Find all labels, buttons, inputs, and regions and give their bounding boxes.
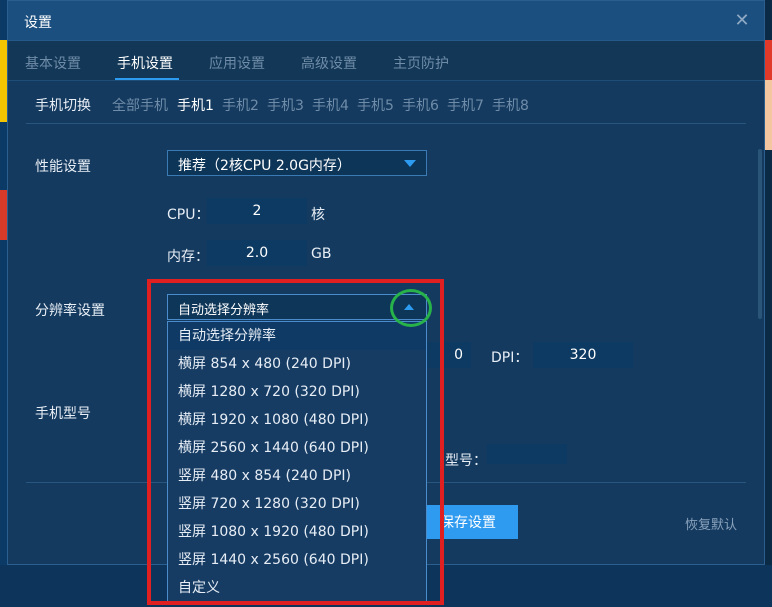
memory-unit: GB xyxy=(311,246,332,262)
divider xyxy=(26,123,746,124)
performance-select-value: 推荐（2核CPU 2.0G内存） xyxy=(178,158,351,174)
performance-label: 性能设置 xyxy=(35,159,91,175)
phone-item-8[interactable]: 手机8 xyxy=(492,95,529,115)
tab-app-settings[interactable]: 应用设置 xyxy=(209,53,265,73)
phone-switch-label: 手机切换 xyxy=(35,98,91,114)
cpu-input[interactable] xyxy=(207,198,307,224)
model-label: 型号： xyxy=(445,453,487,469)
model-input[interactable] xyxy=(487,444,567,464)
resolution-label: 分辨率设置 xyxy=(35,303,105,319)
performance-select[interactable]: 推荐（2核CPU 2.0G内存） xyxy=(167,150,427,176)
restore-defaults-link[interactable]: 恢复默认 xyxy=(685,514,737,533)
background-app-graphic-right xyxy=(764,40,772,80)
tab-phone-settings[interactable]: 手机设置 xyxy=(117,53,173,73)
phone-item-4[interactable]: 手机4 xyxy=(312,95,349,115)
active-tab-indicator xyxy=(115,78,179,80)
dialog-titlebar: 设置 ✕ xyxy=(8,1,764,41)
phone-item-6[interactable]: 手机6 xyxy=(402,95,439,115)
phone-model-label: 手机型号 xyxy=(35,406,91,422)
chevron-down-icon xyxy=(404,160,416,167)
cpu-unit: 核 xyxy=(311,207,325,223)
memory-input[interactable] xyxy=(207,240,307,266)
tab-advanced-settings[interactable]: 高级设置 xyxy=(301,53,357,73)
dpi-label: DPI： xyxy=(491,350,529,366)
tab-basic-settings[interactable]: 基本设置 xyxy=(25,53,81,73)
close-icon[interactable]: ✕ xyxy=(732,11,752,31)
highlight-circle xyxy=(390,289,432,327)
phone-item-1[interactable]: 手机1 xyxy=(177,95,214,115)
dpi-input[interactable] xyxy=(533,342,633,368)
dialog-title: 设置 xyxy=(24,15,52,31)
cpu-label: CPU： xyxy=(167,207,210,223)
memory-label: 内存： xyxy=(167,249,209,265)
phone-item-5[interactable]: 手机5 xyxy=(357,95,394,115)
phone-item-2[interactable]: 手机2 xyxy=(222,95,259,115)
phone-item-all[interactable]: 全部手机 xyxy=(112,95,168,115)
settings-tabs: 基本设置 手机设置 应用设置 高级设置 主页防护 xyxy=(8,41,764,81)
phone-item-3[interactable]: 手机3 xyxy=(267,95,304,115)
phone-item-7[interactable]: 手机7 xyxy=(447,95,484,115)
highlight-box xyxy=(147,279,444,605)
tab-homepage-protection[interactable]: 主页防护 xyxy=(393,53,449,73)
scrollbar[interactable] xyxy=(758,149,762,319)
